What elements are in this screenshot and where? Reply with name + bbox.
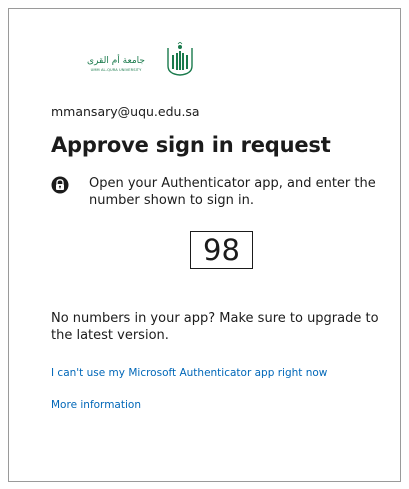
authenticator-lock-icon bbox=[51, 176, 69, 194]
sign-in-card: جامعة أم القرى UMM AL-QURA UNIVERSITY mm… bbox=[8, 8, 401, 482]
verification-number: 98 bbox=[190, 231, 253, 269]
instruction-text: Open your Authenticator app, and enter t… bbox=[89, 176, 376, 208]
account-identity: mmansary@uqu.edu.sa bbox=[51, 104, 200, 119]
cant-use-authenticator-link[interactable]: I can't use my Microsoft Authenticator a… bbox=[51, 367, 327, 379]
logo-english-text: UMM AL-QURA UNIVERSITY bbox=[90, 68, 142, 72]
upgrade-hint-text: No numbers in your app? Make sure to upg… bbox=[51, 311, 379, 343]
university-logo: جامعة أم القرى UMM AL-QURA UNIVERSITY bbox=[81, 42, 201, 82]
page-title: Approve sign in request bbox=[51, 133, 331, 157]
university-emblem-icon bbox=[167, 42, 193, 76]
logo-arabic-text: جامعة أم القرى bbox=[87, 56, 145, 66]
more-information-link[interactable]: More information bbox=[51, 399, 141, 411]
